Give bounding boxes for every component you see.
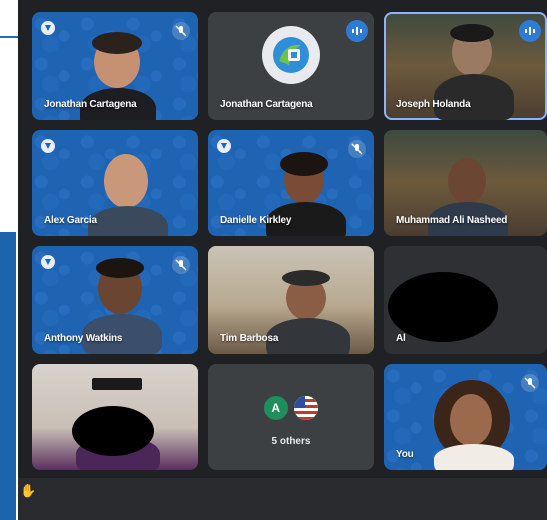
participant-name: Tim Barbosa: [220, 333, 279, 344]
others-count: 5 others: [271, 436, 311, 447]
participant-tile[interactable]: Jonathan Cartagena: [208, 12, 374, 120]
participant-tile[interactable]: Joseph Holanda: [384, 12, 547, 120]
brand-logo-icon: [216, 138, 232, 154]
participant-video: [266, 268, 350, 354]
participant-tile[interactable]: Muhammad Ali Nasheed: [384, 130, 547, 236]
participant-tile[interactable]: Alex Garcia: [32, 130, 198, 236]
others-tile[interactable]: A 5 others: [208, 364, 374, 470]
participant-name: You: [396, 449, 414, 460]
mic-off-icon: [521, 374, 539, 392]
participant-name: Anthony Watkins: [44, 333, 123, 344]
mic-off-icon: [348, 140, 366, 158]
bottom-toolbar: ✋: [18, 478, 547, 520]
brand-logo-icon: [40, 138, 56, 154]
redacted-video: [72, 406, 154, 456]
mic-off-icon: [172, 256, 190, 274]
redacted-video: [388, 272, 498, 342]
meeting-grid: Jonathan Cartagena Jonathan Cartagena Jo…: [18, 0, 547, 520]
participant-name: Al: [396, 333, 406, 344]
brand-logo-icon: [40, 20, 56, 36]
participant-name: Danielle Kirkley: [220, 215, 292, 226]
left-panel: [0, 232, 16, 520]
raise-hand-icon[interactable]: ✋: [20, 484, 36, 498]
participant-tile[interactable]: Jonathan Cartagena: [32, 12, 198, 120]
mic-off-icon: [172, 22, 190, 40]
participant-name: Jonathan Cartagena: [220, 99, 313, 110]
speaking-indicator-icon: [346, 20, 368, 42]
participant-name: Alex Garcia: [44, 215, 97, 226]
participant-name: Jonathan Cartagena: [44, 99, 137, 110]
participant-tile[interactable]: [32, 364, 198, 470]
participant-tile[interactable]: Anthony Watkins: [32, 246, 198, 354]
participant-video: [430, 380, 516, 470]
participant-name: Joseph Holanda: [396, 99, 471, 110]
participant-tile[interactable]: Tim Barbosa: [208, 246, 374, 354]
participant-video: [88, 146, 168, 236]
speaking-indicator-icon: [519, 20, 541, 42]
others-avatars: A: [208, 396, 374, 420]
participant-avatar: [262, 26, 320, 85]
flag-avatar-icon: [294, 396, 319, 420]
brand-logo-icon: [40, 254, 56, 270]
participant-name: Muhammad Ali Nasheed: [396, 215, 508, 226]
participant-avatar: A: [263, 396, 288, 420]
self-tile[interactable]: You: [384, 364, 547, 470]
participant-tile[interactable]: Al: [384, 246, 547, 354]
participant-tile[interactable]: Danielle Kirkley: [208, 130, 374, 236]
